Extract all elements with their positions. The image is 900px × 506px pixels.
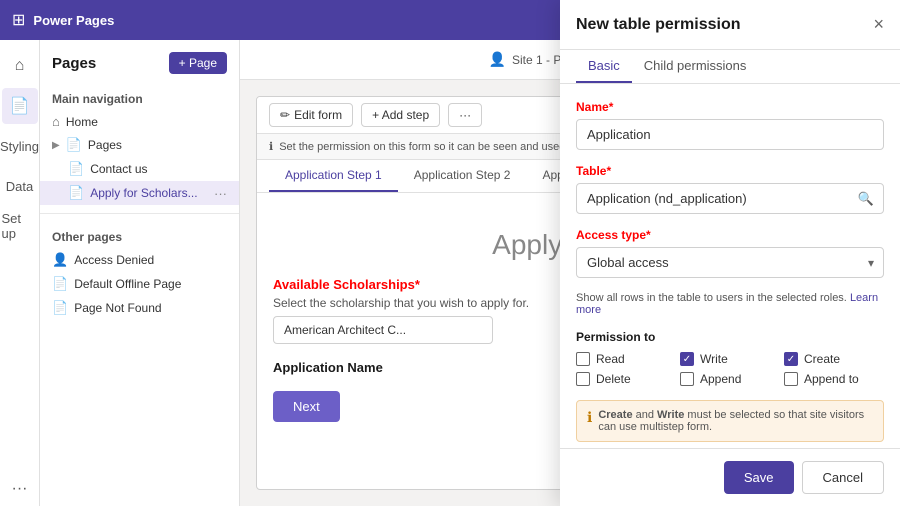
perm-delete-label: Delete — [596, 372, 631, 386]
name-field-group: Name* — [576, 100, 884, 150]
sidebar-item-offline[interactable]: 📄 Default Offline Page — [40, 272, 239, 296]
sidebar-item-access-denied[interactable]: 👤 Access Denied — [40, 248, 239, 272]
offline-label: Default Offline Page — [74, 277, 227, 291]
contact-us-icon: 📄 — [68, 161, 84, 177]
warning-bar: ℹ Create and Write must be selected so t… — [576, 400, 884, 442]
permission-panel: New table permission × Basic Child permi… — [560, 40, 900, 506]
table-label: Table* — [576, 164, 884, 178]
sidebar-item-styling[interactable]: Styling — [2, 128, 38, 164]
perm-append-label: Append — [700, 372, 741, 386]
pages-nav-icon: 📄 — [66, 137, 82, 153]
perm-create-label: Create — [804, 352, 840, 366]
perm-write-checkbox[interactable]: ✓ — [680, 352, 694, 366]
not-found-icon: 📄 — [52, 300, 68, 316]
apply-more-icon[interactable]: ··· — [214, 186, 227, 201]
access-type-field-group: Access type* Global access ▾ — [576, 228, 884, 278]
table-input[interactable] — [576, 183, 884, 214]
sidebar-item-pages-nav[interactable]: ▶ 📄 Pages — [40, 133, 239, 157]
perm-append-checkbox[interactable] — [680, 372, 694, 386]
perm-item-append-to: Append to — [784, 372, 884, 386]
more-options-button[interactable]: ··· — [448, 103, 482, 127]
perm-write-label: Write — [700, 352, 728, 366]
scholarship-input[interactable]: American Architect C... — [273, 316, 493, 344]
expand-icon: ▶ — [52, 140, 60, 151]
add-page-button[interactable]: + Page — [169, 52, 227, 74]
contact-us-label: Contact us — [90, 162, 227, 176]
not-found-label: Page Not Found — [74, 301, 227, 315]
perm-item-append: Append — [680, 372, 780, 386]
panel-body: Name* Table* 🔍 Access type* — [560, 84, 900, 448]
sidebar-item-setup[interactable]: Set up — [2, 208, 38, 244]
table-input-wrapper: 🔍 — [576, 183, 884, 214]
warning-text: Create and Write must be selected so tha… — [598, 409, 873, 433]
tab-step1[interactable]: Application Step 1 — [269, 160, 398, 192]
sidebar-item-home-nav[interactable]: ⌂ Home — [40, 110, 239, 133]
more-icon[interactable]: ··· — [12, 480, 28, 498]
access-type-label: Access type* — [576, 228, 884, 242]
grid-icon[interactable]: ⊞ — [12, 10, 25, 30]
perm-read-label: Read — [596, 352, 625, 366]
save-button[interactable]: Save — [724, 461, 794, 494]
cancel-button[interactable]: Cancel — [802, 461, 884, 494]
access-note: Show all rows in the table to users in t… — [576, 292, 884, 316]
home-nav-icon: ⌂ — [52, 114, 60, 129]
edit-form-icon: ✏ — [280, 108, 290, 122]
sidebar-item-apply[interactable]: 📄 Apply for Scholars... ··· — [40, 181, 239, 205]
pages-nav-label: Pages — [88, 138, 227, 152]
apply-label: Apply for Scholars... — [90, 186, 208, 200]
pages-header: Pages + Page — [40, 52, 239, 84]
sidebar-item-data[interactable]: Data — [2, 168, 38, 204]
access-denied-icon: 👤 — [52, 252, 68, 268]
other-pages-label: Other pages — [40, 222, 239, 248]
name-label: Name* — [576, 100, 884, 114]
sidebar-item-contact-us[interactable]: 📄 Contact us — [40, 157, 239, 181]
home-nav-label: Home — [66, 115, 227, 129]
perm-item-write: ✓ Write — [680, 352, 780, 366]
permission-to-label: Permission to — [576, 330, 884, 344]
site-icon: 👤 — [489, 51, 506, 68]
next-button[interactable]: Next — [273, 391, 340, 422]
perm-append-to-checkbox[interactable] — [784, 372, 798, 386]
permission-to-section: Permission to Read ✓ Write ✓ Create — [576, 330, 884, 386]
add-step-button[interactable]: + Add step — [361, 103, 440, 127]
perm-read-checkbox[interactable] — [576, 352, 590, 366]
panel-footer: Save Cancel — [560, 448, 900, 506]
nav-divider — [40, 213, 239, 214]
perm-delete-checkbox[interactable] — [576, 372, 590, 386]
panel-tabs: Basic Child permissions — [560, 50, 900, 84]
tab-step2[interactable]: Application Step 2 — [398, 160, 527, 192]
tab-basic[interactable]: Basic — [576, 50, 632, 83]
pages-sidebar: Pages + Page Main navigation ⌂ Home ▶ 📄 … — [40, 40, 240, 506]
main-layout: ⌂ 📄 Styling Data Set up ··· Pages + Page… — [0, 40, 900, 506]
perm-item-create: ✓ Create — [784, 352, 884, 366]
name-input[interactable] — [576, 119, 884, 150]
access-denied-label: Access Denied — [74, 253, 227, 267]
apply-icon: 📄 — [68, 185, 84, 201]
edit-form-button[interactable]: ✏ Edit form — [269, 103, 353, 127]
perm-item-delete: Delete — [576, 372, 676, 386]
perm-append-to-label: Append to — [804, 372, 859, 386]
main-navigation-label: Main navigation — [40, 84, 239, 110]
perm-create-checkbox[interactable]: ✓ — [784, 352, 798, 366]
pages-title: Pages — [52, 55, 96, 72]
perm-item-read: Read — [576, 352, 676, 366]
panel-header: New table permission × — [560, 40, 900, 50]
access-type-wrapper: Global access ▾ — [576, 247, 884, 278]
warning-icon: ℹ — [587, 409, 592, 426]
permissions-grid: Read ✓ Write ✓ Create Delete — [576, 352, 884, 386]
edit-form-label: Edit form — [294, 108, 342, 122]
access-type-select[interactable]: Global access — [576, 247, 884, 278]
app-title: Power Pages — [33, 13, 114, 28]
table-field-group: Table* 🔍 — [576, 164, 884, 214]
topbar-left: ⊞ Power Pages — [12, 10, 114, 30]
info-icon: ℹ — [269, 140, 273, 153]
sidebar-item-home[interactable]: ⌂ — [2, 48, 38, 84]
offline-icon: 📄 — [52, 276, 68, 292]
tab-child-permissions[interactable]: Child permissions — [632, 50, 759, 83]
add-step-label: + Add step — [372, 108, 429, 122]
icon-sidebar: ⌂ 📄 Styling Data Set up ··· — [0, 40, 40, 506]
sidebar-item-not-found[interactable]: 📄 Page Not Found — [40, 296, 239, 320]
sidebar-item-pages[interactable]: 📄 — [2, 88, 38, 124]
